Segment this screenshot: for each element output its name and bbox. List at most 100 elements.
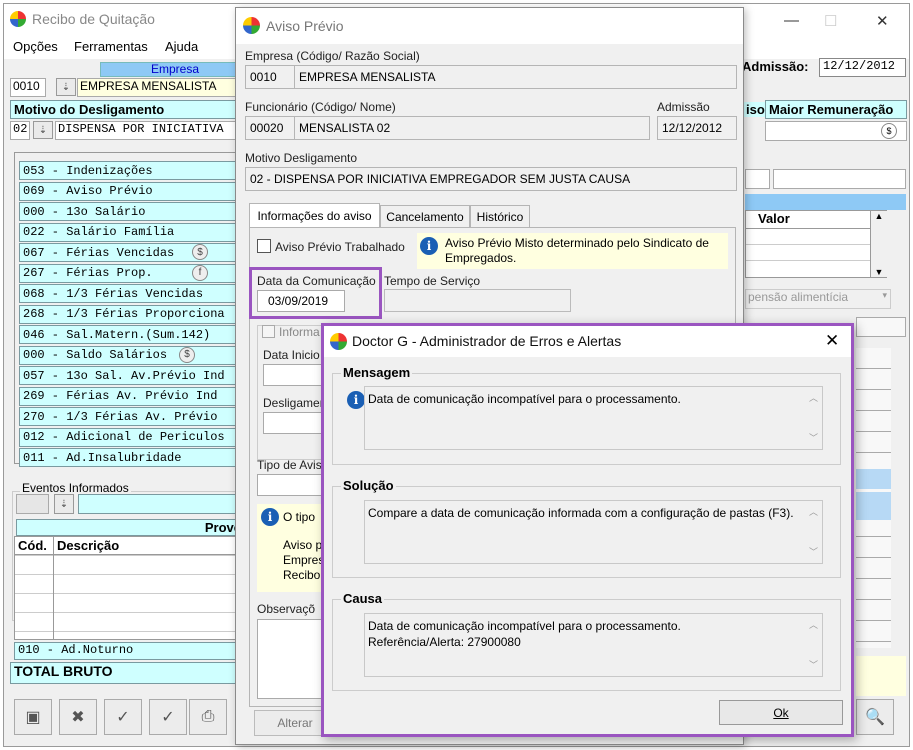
event-row[interactable]: 000 - 13o Salário xyxy=(19,202,241,221)
event-row[interactable]: 000 - Saldo Salários xyxy=(19,345,241,365)
event-row[interactable]: 068 - 1/3 Férias Vencidas xyxy=(19,284,241,303)
scroll-up-icon[interactable]: ︿ xyxy=(809,617,818,633)
aviso-p-text: Aviso p xyxy=(283,538,323,552)
causa-line2: Referência/Alerta: 27900080 xyxy=(368,635,521,649)
proventos-table: Cód. Descrição xyxy=(14,536,244,640)
right-yellow-box xyxy=(856,656,906,696)
right-field-c xyxy=(856,317,906,337)
scroll-down-icon[interactable]: ﹀ xyxy=(809,430,818,446)
event-row[interactable]: 022 - Salário Família xyxy=(19,222,241,242)
total-bruto-label: TOTAL BRUTO xyxy=(10,662,248,684)
motivo-field: 02 - DISPENSA POR INICIATIVA EMPREGADOR … xyxy=(245,167,737,191)
event-row[interactable]: 012 - Adicional de Periculos xyxy=(19,427,241,447)
valor-header: Valor xyxy=(746,211,886,229)
empresa-lookup-icon[interactable]: ⇣ xyxy=(56,78,76,96)
info-icon: i xyxy=(261,508,279,526)
calc-icon[interactable]: $ xyxy=(179,346,195,363)
admissao-label: Admissão xyxy=(657,100,710,114)
valor-scrollbar[interactable]: ▲ ▼ xyxy=(870,211,887,277)
scroll-up-icon[interactable]: ︿ xyxy=(809,390,818,406)
empresa-code-field: 0010 xyxy=(245,65,296,89)
scroll-down-icon[interactable]: ﹀ xyxy=(809,657,818,673)
tab-informacoes[interactable]: Informações do aviso xyxy=(249,203,380,227)
ad-noturno-row[interactable]: 010 - Ad.Noturno xyxy=(14,642,246,660)
right-blue-strip xyxy=(745,194,906,210)
scroll-up-icon[interactable]: ▲ xyxy=(871,211,887,221)
scroll-up-icon[interactable]: ︿ xyxy=(809,504,818,520)
pensao-select[interactable]: pensão alimentícia ▾ xyxy=(745,289,891,309)
save-icon[interactable]: ▣ xyxy=(14,699,52,735)
admissao-value: 12/12/2012 xyxy=(819,58,906,77)
funcionario-name-field: MENSALISTA 02 xyxy=(294,116,650,140)
evento-desc-input[interactable] xyxy=(78,494,238,514)
formula-icon[interactable]: f xyxy=(192,264,208,281)
print-icon[interactable]: ⎙ xyxy=(189,699,227,735)
evento-code-input[interactable] xyxy=(16,494,49,514)
search-icon[interactable]: 🔍 xyxy=(856,699,894,735)
calc-icon[interactable]: $ xyxy=(881,123,897,139)
aviso-trabalhado-checkbox[interactable] xyxy=(257,239,271,253)
menu-ferramentas[interactable]: Ferramentas xyxy=(74,39,148,54)
motivo-lookup-icon[interactable]: ⇣ xyxy=(33,121,53,139)
scroll-down-icon[interactable]: ﹀ xyxy=(809,544,818,560)
event-row[interactable]: 069 - Aviso Prévio xyxy=(19,181,241,201)
causa-line1: Data de comunicação incompatível para o … xyxy=(368,619,681,633)
event-row[interactable]: 270 - 1/3 Férias Av. Prévio xyxy=(19,407,241,426)
proventos-header: Prove xyxy=(16,519,244,536)
event-row[interactable]: 046 - Sal.Matern.(Sum.142) xyxy=(19,325,241,344)
data-comunicacao-input[interactable]: 03/09/2019 xyxy=(257,290,345,312)
event-row[interactable]: 269 - Férias Av. Prévio Ind xyxy=(19,386,241,406)
col-descricao: Descrição xyxy=(57,538,120,553)
empres-text: Empres xyxy=(283,553,325,567)
confirm-icon[interactable]: ✓ xyxy=(104,699,142,735)
menu-ajuda[interactable]: Ajuda xyxy=(165,39,198,54)
calc-icon[interactable]: $ xyxy=(192,244,208,260)
doctor-titlebar: Doctor G - Administrador de Erros e Aler… xyxy=(324,326,851,357)
mensagem-box: Data de comunicação incompatível para o … xyxy=(364,386,823,450)
ok-button[interactable]: Ok xyxy=(719,700,843,725)
evento-lookup-icon[interactable]: ⇣ xyxy=(54,494,74,514)
minimize-icon[interactable]: — xyxy=(784,12,799,29)
funcionario-label: Funcionário (Código/ Nome) xyxy=(245,100,396,114)
tempo-servico-label: Tempo de Serviço xyxy=(384,274,481,288)
pensao-text: pensão alimentícia xyxy=(748,290,849,304)
admissao-label: Admissão: xyxy=(742,59,809,74)
app-logo-icon xyxy=(243,17,260,34)
doctor-g-dialog: Doctor G - Administrador de Erros e Aler… xyxy=(321,323,854,737)
aviso-misto-note: i Aviso Prévio Misto determinado pelo Si… xyxy=(417,233,728,269)
informa-checkbox[interactable] xyxy=(262,325,275,338)
tab-cancelamento[interactable]: Cancelamento xyxy=(380,205,470,227)
event-row[interactable]: 011 - Ad.Insalubridade xyxy=(19,448,241,467)
app-logo-icon xyxy=(10,11,26,27)
right-field-b xyxy=(773,169,906,189)
event-row[interactable]: 053 - Indenizações xyxy=(19,161,241,180)
scroll-down-icon[interactable]: ▼ xyxy=(871,267,887,277)
empresa-name-field: EMPRESA MENSALISTA xyxy=(294,65,737,89)
solucao-text: Compare a data de comunicação informada … xyxy=(368,506,794,520)
confirm-all-icon[interactable]: ✓ xyxy=(149,699,187,735)
menu-opcoes[interactable]: Opções xyxy=(13,39,58,54)
app-logo-icon xyxy=(330,333,347,350)
aviso-header-fragment: iso xyxy=(744,102,767,117)
recibo-text: Recibo xyxy=(283,568,321,582)
close-icon[interactable]: ✕ xyxy=(876,12,889,30)
maximize-icon[interactable]: ☐ xyxy=(824,12,837,30)
aviso-title: Aviso Prévio xyxy=(266,18,344,34)
tipo-aviso-label: Tipo de Avis xyxy=(257,458,322,472)
valor-row xyxy=(746,229,886,245)
aviso-titlebar: Aviso Prévio xyxy=(236,8,743,44)
tab-historico[interactable]: Histórico xyxy=(470,205,530,227)
main-window-title: Recibo de Quitação xyxy=(32,11,155,27)
o-tipo-text: O tipo xyxy=(283,510,316,524)
close-icon[interactable]: ✕ xyxy=(825,331,839,351)
motivo-label: Motivo Desligamento xyxy=(245,151,358,165)
empresa-code[interactable]: 0010 xyxy=(10,78,46,97)
doctor-title: Doctor G - Administrador de Erros e Aler… xyxy=(352,333,622,349)
event-row[interactable]: 268 - 1/3 Férias Proporciona xyxy=(19,304,241,324)
funcionario-code-field: 00020 xyxy=(245,116,296,140)
delete-icon[interactable]: ✖ xyxy=(59,699,97,735)
observacoes-label: Observaçõ xyxy=(257,602,316,616)
motivo-code[interactable]: 02 xyxy=(10,121,30,140)
event-row[interactable]: 057 - 13o Sal. Av.Prévio Ind xyxy=(19,366,241,385)
admissao-field: 12/12/2012 xyxy=(657,116,737,140)
